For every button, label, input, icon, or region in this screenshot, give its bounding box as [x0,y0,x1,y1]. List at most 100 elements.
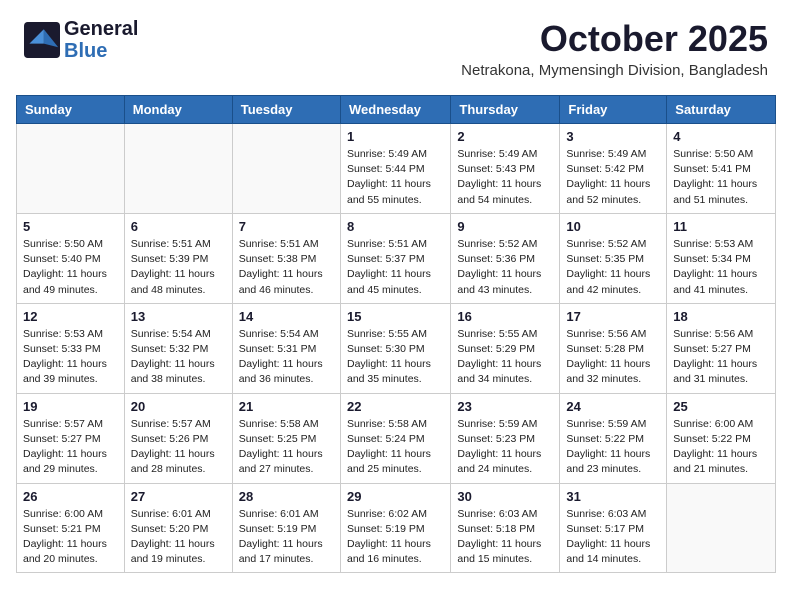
calendar-cell [232,124,340,214]
day-info: Sunrise: 5:51 AMSunset: 5:39 PMDaylight:… [131,237,226,298]
day-number: 1 [347,129,444,144]
calendar-cell: 8 Sunrise: 5:51 AMSunset: 5:37 PMDaylight… [340,213,450,303]
calendar-cell: 16 Sunrise: 5:55 AMSunset: 5:29 PMDayligh… [451,303,560,393]
day-info: Sunrise: 5:49 AMSunset: 5:42 PMDaylight:… [566,147,660,208]
day-info: Sunrise: 6:03 AMSunset: 5:18 PMDaylight:… [457,507,553,568]
week-row-4: 19 Sunrise: 5:57 AMSunset: 5:27 PMDayligh… [17,393,776,483]
calendar-cell: 20 Sunrise: 5:57 AMSunset: 5:26 PMDayligh… [124,393,232,483]
page-subtitle: Netrakona, Mymensingh Division, Banglade… [461,62,768,79]
day-number: 9 [457,219,553,234]
day-info: Sunrise: 5:59 AMSunset: 5:22 PMDaylight:… [566,417,660,478]
day-info: Sunrise: 5:53 AMSunset: 5:34 PMDaylight:… [673,237,769,298]
day-info: Sunrise: 6:00 AMSunset: 5:22 PMDaylight:… [673,417,769,478]
day-info: Sunrise: 6:02 AMSunset: 5:19 PMDaylight:… [347,507,444,568]
calendar-cell: 27Sunrise: 6:01 AMSunset: 5:20 PMDayligh… [124,483,232,573]
day-info: Sunrise: 5:54 AMSunset: 5:31 PMDaylight:… [239,327,334,388]
day-info: Sunrise: 6:01 AMSunset: 5:19 PMDaylight:… [239,507,334,568]
calendar-header-saturday: Saturday [667,96,776,124]
day-info: Sunrise: 5:55 AMSunset: 5:30 PMDaylight:… [347,327,444,388]
day-info: Sunrise: 5:51 AMSunset: 5:38 PMDaylight:… [239,237,334,298]
calendar-cell [667,483,776,573]
day-number: 22 [347,399,444,414]
calendar-cell: 10 Sunrise: 5:52 AMSunset: 5:35 PMDayligh… [560,213,667,303]
day-info: Sunrise: 5:56 AMSunset: 5:28 PMDaylight:… [566,327,660,388]
calendar-header-monday: Monday [124,96,232,124]
logo-line2: Blue [64,40,138,62]
calendar-header-wednesday: Wednesday [340,96,450,124]
day-number: 28 [239,489,334,504]
calendar-cell: 21Sunrise: 5:58 AMSunset: 5:25 PMDayligh… [232,393,340,483]
day-info: Sunrise: 5:52 AMSunset: 5:36 PMDaylight:… [457,237,553,298]
day-number: 13 [131,309,226,324]
logo: General Blue [24,18,138,62]
day-info: Sunrise: 5:58 AMSunset: 5:24 PMDaylight:… [347,417,444,478]
calendar-cell: 29 Sunrise: 6:02 AMSunset: 5:19 PMDayligh… [340,483,450,573]
day-number: 29 [347,489,444,504]
logo-line1: General [64,18,138,40]
day-info: Sunrise: 5:50 AMSunset: 5:40 PMDaylight:… [23,237,118,298]
day-number: 20 [131,399,226,414]
day-number: 16 [457,309,553,324]
calendar-cell: 22 Sunrise: 5:58 AMSunset: 5:24 PMDayligh… [340,393,450,483]
day-info: Sunrise: 6:03 AMSunset: 5:17 PMDaylight:… [566,507,660,568]
day-number: 30 [457,489,553,504]
calendar-header-friday: Friday [560,96,667,124]
day-number: 12 [23,309,118,324]
day-number: 8 [347,219,444,234]
calendar-cell [124,124,232,214]
calendar-cell: 30 Sunrise: 6:03 AMSunset: 5:18 PMDayligh… [451,483,560,573]
day-number: 19 [23,399,118,414]
calendar-cell: 25 Sunrise: 6:00 AMSunset: 5:22 PMDayligh… [667,393,776,483]
calendar-header-row: SundayMondayTuesdayWednesdayThursdayFrid… [17,96,776,124]
day-number: 7 [239,219,334,234]
day-number: 11 [673,219,769,234]
day-number: 27 [131,489,226,504]
calendar-cell: 9 Sunrise: 5:52 AMSunset: 5:36 PMDaylight… [451,213,560,303]
day-info: Sunrise: 5:49 AMSunset: 5:43 PMDaylight:… [457,147,553,208]
calendar-cell: 28 Sunrise: 6:01 AMSunset: 5:19 PMDayligh… [232,483,340,573]
calendar-cell: 24Sunrise: 5:59 AMSunset: 5:22 PMDayligh… [560,393,667,483]
calendar-cell: 26Sunrise: 6:00 AMSunset: 5:21 PMDayligh… [17,483,125,573]
day-number: 14 [239,309,334,324]
calendar-cell: 19 Sunrise: 5:57 AMSunset: 5:27 PMDayligh… [17,393,125,483]
day-info: Sunrise: 5:57 AMSunset: 5:27 PMDaylight:… [23,417,118,478]
day-number: 5 [23,219,118,234]
calendar-cell: 1 Sunrise: 5:49 AMSunset: 5:44 PMDaylight… [340,124,450,214]
calendar-cell: 17Sunrise: 5:56 AMSunset: 5:28 PMDayligh… [560,303,667,393]
calendar-cell: 14 Sunrise: 5:54 AMSunset: 5:31 PMDayligh… [232,303,340,393]
day-info: Sunrise: 5:51 AMSunset: 5:37 PMDaylight:… [347,237,444,298]
day-info: Sunrise: 5:57 AMSunset: 5:26 PMDaylight:… [131,417,226,478]
day-info: Sunrise: 5:58 AMSunset: 5:25 PMDaylight:… [239,417,334,478]
week-row-2: 5 Sunrise: 5:50 AMSunset: 5:40 PMDaylight… [17,213,776,303]
day-info: Sunrise: 5:59 AMSunset: 5:23 PMDaylight:… [457,417,553,478]
calendar-cell: 31 Sunrise: 6:03 AMSunset: 5:17 PMDayligh… [560,483,667,573]
calendar-cell: 23Sunrise: 5:59 AMSunset: 5:23 PMDayligh… [451,393,560,483]
day-info: Sunrise: 5:49 AMSunset: 5:44 PMDaylight:… [347,147,444,208]
calendar-header-tuesday: Tuesday [232,96,340,124]
calendar-cell: 15 Sunrise: 5:55 AMSunset: 5:30 PMDayligh… [340,303,450,393]
day-number: 15 [347,309,444,324]
day-number: 2 [457,129,553,144]
day-info: Sunrise: 5:53 AMSunset: 5:33 PMDaylight:… [23,327,118,388]
calendar-header-thursday: Thursday [451,96,560,124]
calendar-header-sunday: Sunday [17,96,125,124]
day-number: 26 [23,489,118,504]
week-row-3: 12 Sunrise: 5:53 AMSunset: 5:33 PMDayligh… [17,303,776,393]
day-number: 31 [566,489,660,504]
day-number: 10 [566,219,660,234]
calendar-cell: 3Sunrise: 5:49 AMSunset: 5:42 PMDaylight… [560,124,667,214]
calendar-cell: 2 Sunrise: 5:49 AMSunset: 5:43 PMDaylight… [451,124,560,214]
week-row-5: 26Sunrise: 6:00 AMSunset: 5:21 PMDayligh… [17,483,776,573]
day-info: Sunrise: 5:54 AMSunset: 5:32 PMDaylight:… [131,327,226,388]
day-info: Sunrise: 5:50 AMSunset: 5:41 PMDaylight:… [673,147,769,208]
calendar-cell: 4Sunrise: 5:50 AMSunset: 5:41 PMDaylight… [667,124,776,214]
calendar-cell: 7 Sunrise: 5:51 AMSunset: 5:38 PMDaylight… [232,213,340,303]
day-number: 25 [673,399,769,414]
day-number: 18 [673,309,769,324]
calendar-cell: 6Sunrise: 5:51 AMSunset: 5:39 PMDaylight… [124,213,232,303]
calendar-table: SundayMondayTuesdayWednesdayThursdayFrid… [16,95,776,573]
day-info: Sunrise: 5:52 AMSunset: 5:35 PMDaylight:… [566,237,660,298]
calendar-cell [17,124,125,214]
calendar-cell: 18Sunrise: 5:56 AMSunset: 5:27 PMDayligh… [667,303,776,393]
day-info: Sunrise: 5:55 AMSunset: 5:29 PMDaylight:… [457,327,553,388]
